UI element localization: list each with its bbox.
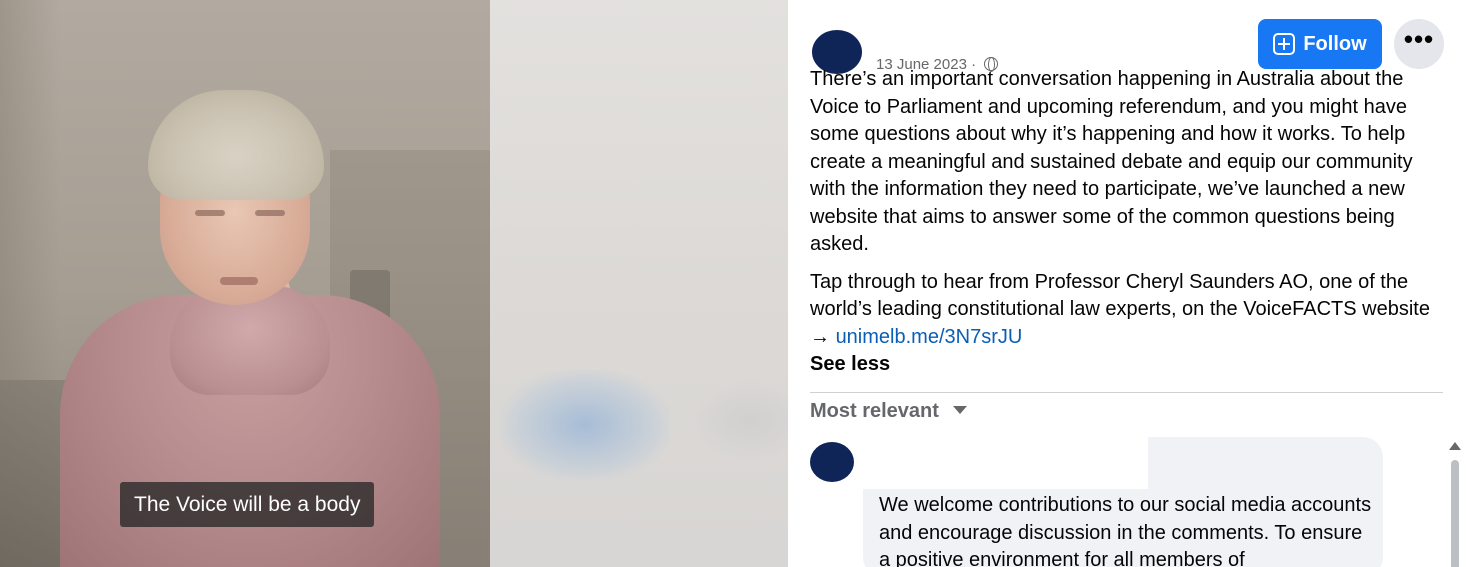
comment-header-area <box>816 437 1148 489</box>
post-paragraph: Tap through to hear from Professor Chery… <box>810 269 1450 352</box>
see-less-button[interactable]: See less <box>810 351 1450 379</box>
more-icon: ••• <box>1403 24 1435 54</box>
media-blurred-background <box>490 0 788 567</box>
follow-label: Follow <box>1303 32 1367 55</box>
comment-avatar[interactable] <box>810 442 854 482</box>
follow-button[interactable]: Follow <box>1258 19 1382 69</box>
video-player[interactable]: The Voice will be a body <box>0 0 490 567</box>
comment-sort-label: Most relevant <box>810 400 939 422</box>
speaker-eye <box>195 210 225 216</box>
scroll-up-arrow-icon[interactable] <box>1449 442 1461 450</box>
post-text: There’s an important conversation happen… <box>810 66 1450 379</box>
post-panel: 13 June 2023 · Follow ••• There’s an imp… <box>788 0 1468 567</box>
caret-down-icon <box>952 406 967 414</box>
scrollbar-thumb[interactable] <box>1451 460 1459 567</box>
post-link[interactable]: unimelb.me/3N7srJU <box>836 326 1023 348</box>
blur-shape <box>500 370 670 480</box>
video-caption: The Voice will be a body <box>120 482 375 527</box>
speaker-hair <box>148 90 324 200</box>
arrow-glyph: → <box>810 325 830 348</box>
more-options-button[interactable]: ••• <box>1394 19 1444 69</box>
follow-plus-icon <box>1273 33 1296 55</box>
divider <box>810 392 1443 393</box>
scrollbar[interactable] <box>1448 440 1462 567</box>
speaker-eye <box>255 210 285 216</box>
speaker-mouth <box>220 277 258 285</box>
post-paragraph-text: Tap through to hear from Professor Chery… <box>810 270 1430 321</box>
comment-sort-dropdown[interactable]: Most relevant <box>810 400 967 423</box>
blur-shape <box>690 380 788 460</box>
comment-text: We welcome contributions to our social m… <box>879 494 1372 567</box>
post-paragraph: There’s an important conversation happen… <box>810 68 1413 255</box>
